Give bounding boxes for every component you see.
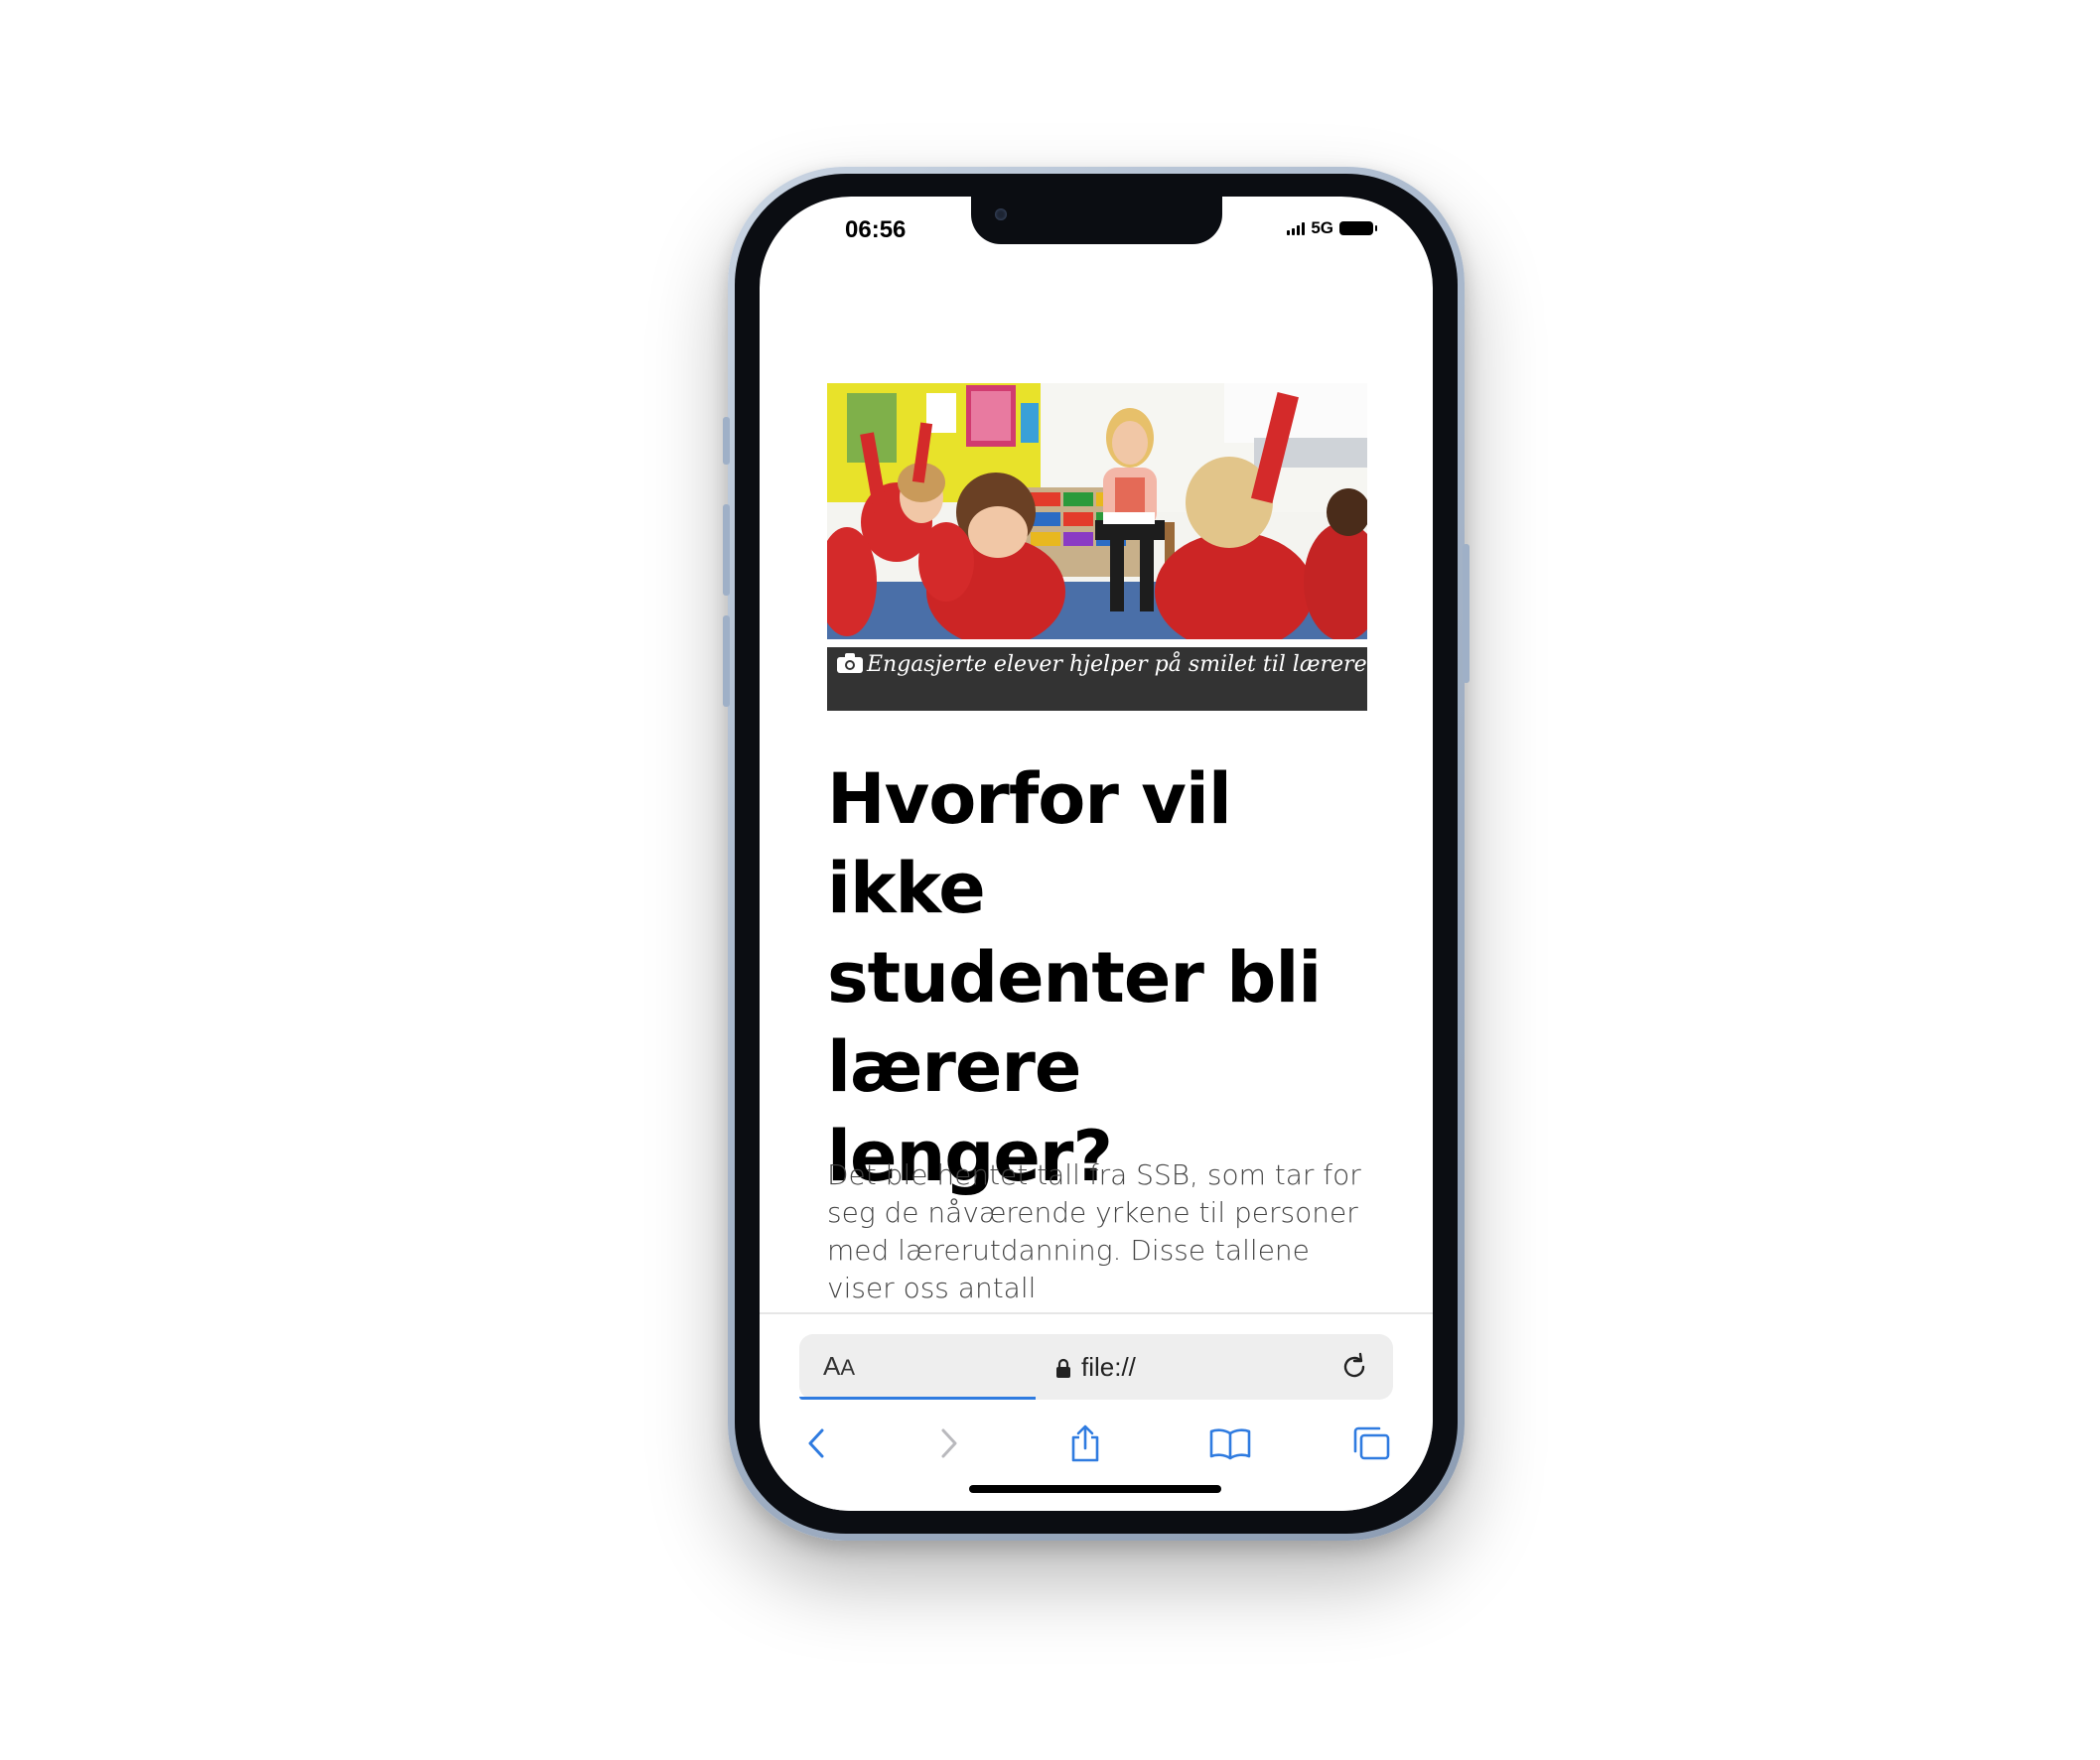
notch <box>971 197 1222 244</box>
battery-icon <box>1339 221 1377 235</box>
chevron-left-icon <box>808 1428 824 1458</box>
classroom-photo <box>827 383 1367 639</box>
share-button[interactable] <box>1063 1422 1107 1465</box>
text-size-label-big: A <box>823 1351 841 1381</box>
article-body: Det ble hentet tall fra SSB, som tar for… <box>827 1158 1361 1304</box>
browser-toolbar <box>760 1414 1433 1473</box>
status-indicators: 5G <box>1287 218 1377 238</box>
forward-button[interactable] <box>926 1422 970 1465</box>
mute-switch <box>723 417 730 465</box>
canvas: 06:56 5G Engasjerte elever hjelper på sm… <box>0 0 2100 1760</box>
book-icon <box>1209 1428 1251 1460</box>
power-button <box>1463 544 1470 683</box>
chevron-right-icon <box>941 1428 957 1458</box>
browser-bottom-bar: AA file:// <box>760 1312 1433 1511</box>
front-camera-icon <box>995 208 1007 220</box>
status-time: 06:56 <box>845 216 907 243</box>
article-image <box>827 383 1367 639</box>
tabs-button[interactable] <box>1349 1422 1393 1465</box>
url-display[interactable]: file:// <box>1055 1352 1136 1383</box>
caption-text: Engasjerte elever hjelper på smilet til … <box>867 652 1367 677</box>
volume-down-button <box>723 615 730 707</box>
address-bar[interactable]: AA file:// <box>799 1334 1393 1400</box>
page-load-progress <box>799 1397 1036 1400</box>
network-label: 5G <box>1311 218 1333 237</box>
volume-up-button <box>723 504 730 596</box>
phone-frame: 06:56 5G Engasjerte elever hjelper på sm… <box>723 167 1470 1541</box>
signal-icon <box>1287 221 1306 235</box>
lock-icon <box>1056 1358 1070 1378</box>
share-icon <box>1071 1424 1099 1462</box>
url-text: file:// <box>1081 1352 1136 1382</box>
reload-icon[interactable] <box>1337 1350 1371 1384</box>
text-size-label-small: A <box>840 1355 856 1380</box>
phone-screen: 06:56 5G Engasjerte elever hjelper på sm… <box>760 197 1433 1511</box>
camera-icon <box>837 653 863 673</box>
tabs-icon <box>1353 1426 1390 1460</box>
home-indicator[interactable] <box>969 1485 1221 1493</box>
back-button[interactable] <box>795 1422 839 1465</box>
image-caption: Engasjerte elever hjelper på smilet til … <box>827 647 1367 711</box>
bookmarks-button[interactable] <box>1208 1422 1252 1465</box>
text-size-button[interactable]: AA <box>823 1351 855 1382</box>
article-headline: Hvorfor vil ikke studenter bli lærere le… <box>827 758 1322 1197</box>
